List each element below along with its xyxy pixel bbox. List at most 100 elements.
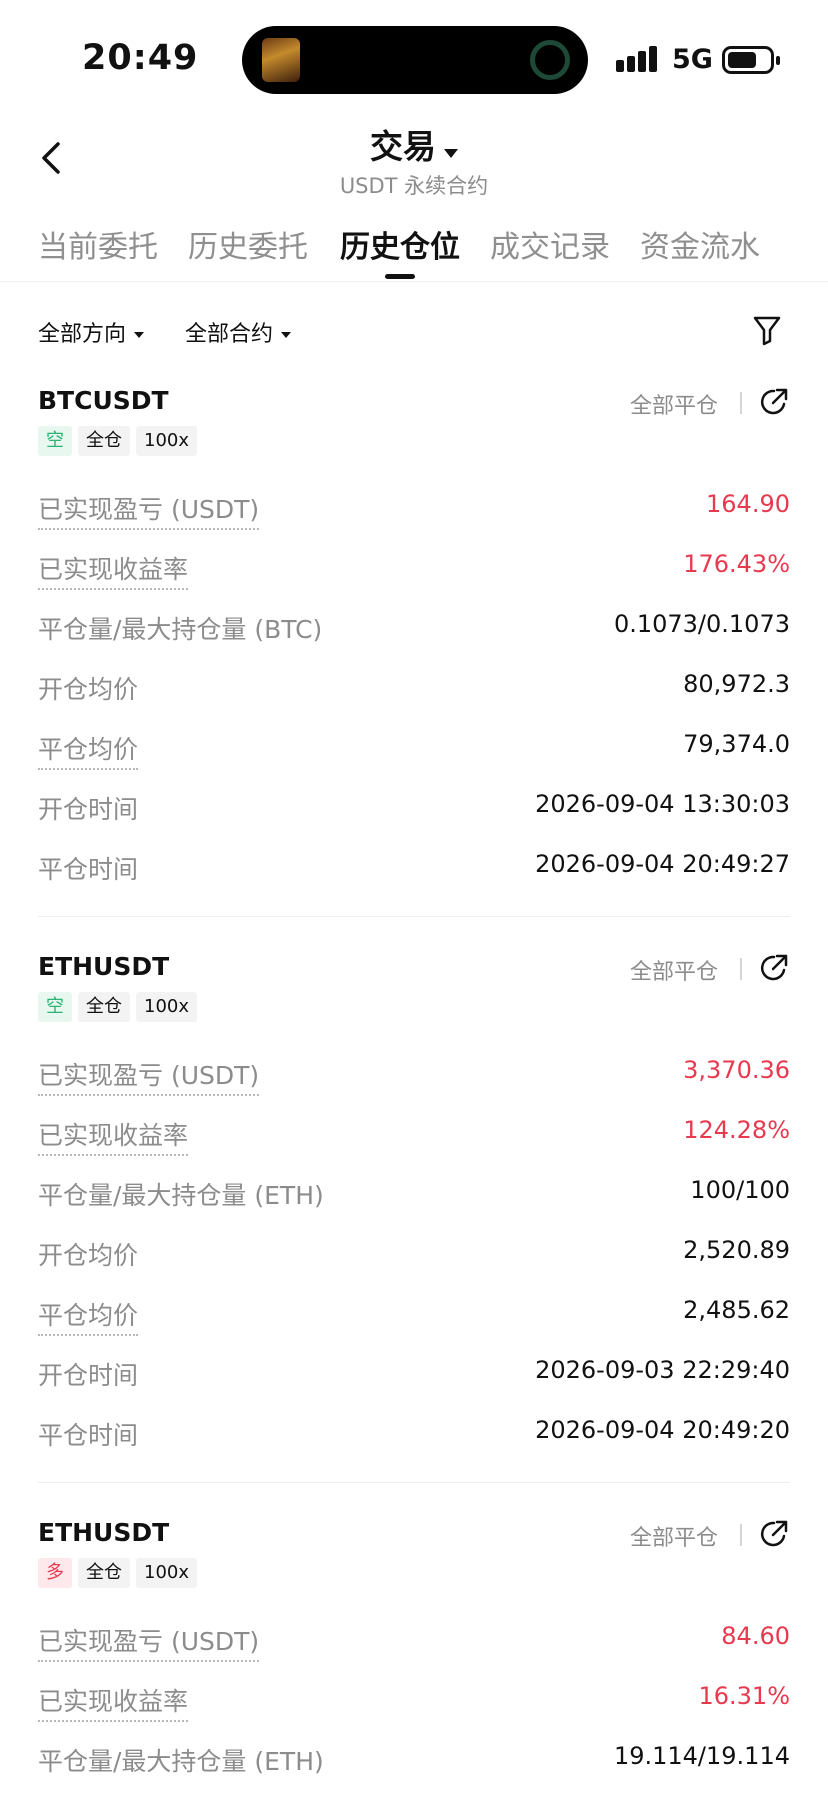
close-size-label: 平仓量/最大持仓量 (ETH) bbox=[38, 1181, 324, 1210]
filter-bar: 全部方向 全部合约 bbox=[0, 300, 828, 360]
open-price-label: 开仓均价 bbox=[38, 675, 139, 704]
contract-filter[interactable]: 全部合约 bbox=[185, 316, 292, 348]
divider bbox=[740, 1524, 742, 1546]
page-title: 交易 bbox=[370, 127, 436, 166]
detail-row: 已实现收益率 16.31% bbox=[38, 1678, 790, 1722]
margin-mode-tag: 全仓 bbox=[78, 426, 130, 456]
detail-row: 开仓均价 2,520.89 bbox=[38, 1232, 790, 1276]
battery-icon bbox=[722, 46, 780, 74]
position-card: ETHUSDT 全部平仓 多全仓 100x 已实现盈亏 (USDT) 84.60 已… bbox=[38, 1518, 790, 1800]
detail-row: 平仓量/最大持仓量 (BTC) 0.1073/0.1073 bbox=[38, 606, 790, 650]
detail-row: 平仓量/最大持仓量 (ETH) 19.114/19.114 bbox=[38, 1738, 790, 1782]
open-price-value: 80,972.3 bbox=[683, 670, 790, 698]
close-price-label[interactable]: 平仓均价 bbox=[38, 1296, 139, 1336]
funnel-filter-icon[interactable] bbox=[752, 314, 782, 346]
realized-roi-label[interactable]: 已实现收益率 bbox=[38, 1682, 189, 1722]
close-price-label[interactable]: 平仓均价 bbox=[38, 730, 139, 770]
share-icon[interactable] bbox=[758, 386, 790, 418]
position-tags: 空全仓 100x bbox=[38, 426, 203, 456]
close-all-button[interactable]: 全部平仓 bbox=[630, 388, 718, 420]
close-all-button[interactable]: 全部平仓 bbox=[630, 954, 718, 986]
leverage-tag: 100x bbox=[136, 1558, 198, 1588]
close-size-value: 100/100 bbox=[690, 1176, 790, 1204]
close-all-button[interactable]: 全部平仓 bbox=[630, 1520, 718, 1552]
caret-down-icon bbox=[444, 149, 458, 158]
position-actions: 全部平仓 bbox=[590, 1518, 790, 1552]
position-symbol: ETHUSDT bbox=[38, 952, 170, 981]
tab-position-history[interactable]: 历史仓位 bbox=[340, 222, 460, 266]
realized-roi-label[interactable]: 已实现收益率 bbox=[38, 550, 189, 590]
close-size-label: 平仓量/最大持仓量 (BTC) bbox=[38, 615, 323, 644]
realized-roi-value: 176.43% bbox=[683, 550, 790, 578]
realized-pnl-value: 84.60 bbox=[721, 1622, 790, 1650]
position-symbol: BTCUSDT bbox=[38, 386, 169, 415]
open-time-label: 开仓时间 bbox=[38, 795, 139, 824]
title-dropdown[interactable]: 交易 bbox=[0, 120, 828, 168]
direction-filter-label: 全部方向 bbox=[38, 322, 127, 347]
close-size-value: 0.1073/0.1073 bbox=[613, 610, 790, 638]
detail-row: 平仓量/最大持仓量 (ETH) 100/100 bbox=[38, 1172, 790, 1216]
detail-row: 已实现盈亏 (USDT) 164.90 bbox=[38, 486, 790, 530]
detail-row: 已实现盈亏 (USDT) 3,370.36 bbox=[38, 1052, 790, 1096]
close-time-label: 平仓时间 bbox=[38, 1421, 139, 1450]
realized-roi-label[interactable]: 已实现收益率 bbox=[38, 1116, 189, 1156]
position-tags: 空全仓 100x bbox=[38, 992, 203, 1022]
open-price-label: 开仓均价 bbox=[38, 1241, 139, 1270]
margin-mode-tag: 全仓 bbox=[78, 1558, 130, 1588]
close-size-value: 19.114/19.114 bbox=[613, 1742, 790, 1770]
position-symbol: ETHUSDT bbox=[38, 1518, 170, 1547]
detail-row: 已实现收益率 176.43% bbox=[38, 546, 790, 590]
card-divider bbox=[38, 916, 790, 917]
active-tab-indicator bbox=[385, 274, 415, 279]
divider bbox=[740, 958, 742, 980]
realized-pnl-value: 3,370.36 bbox=[683, 1056, 790, 1084]
realized-pnl-label[interactable]: 已实现盈亏 (USDT) bbox=[38, 490, 260, 530]
close-time-value: 2026-09-04 20:49:20 bbox=[535, 1416, 790, 1444]
share-icon[interactable] bbox=[758, 1518, 790, 1550]
open-time-value: 2026-09-03 22:29:40 bbox=[535, 1356, 790, 1384]
realized-pnl-label[interactable]: 已实现盈亏 (USDT) bbox=[38, 1056, 260, 1096]
tab-funding-flow[interactable]: 资金流水 bbox=[640, 222, 760, 266]
leverage-tag: 100x bbox=[136, 992, 198, 1022]
status-time: 20:49 bbox=[82, 38, 199, 78]
detail-row: 平仓时间 2026-09-04 20:49:20 bbox=[38, 1412, 790, 1456]
detail-row: 平仓均价 2,485.62 bbox=[38, 1292, 790, 1336]
tab-trade-history[interactable]: 成交记录 bbox=[490, 222, 610, 266]
side-tag: 空 bbox=[38, 426, 72, 456]
close-time-value: 2026-09-04 20:49:27 bbox=[535, 850, 790, 878]
now-playing-thumbnail bbox=[262, 38, 300, 82]
page-subtitle: USDT 永续合约 bbox=[339, 174, 489, 198]
close-price-value: 79,374.0 bbox=[683, 730, 790, 758]
caret-down-icon bbox=[281, 332, 292, 338]
tab-order-history[interactable]: 历史委托 bbox=[188, 222, 308, 266]
network-type: 5G bbox=[672, 44, 713, 75]
open-time-value: 2026-09-04 13:30:03 bbox=[535, 790, 790, 818]
leverage-tag: 100x bbox=[136, 426, 198, 456]
open-price-value: 2,520.89 bbox=[683, 1236, 790, 1264]
detail-row: 已实现收益率 124.28% bbox=[38, 1112, 790, 1156]
share-icon[interactable] bbox=[758, 952, 790, 984]
status-bar: 20:49 5G bbox=[0, 0, 828, 110]
tab-bar: 当前委托 历史委托 历史仓位 成交记录 资金流水 bbox=[0, 210, 828, 282]
side-tag: 多 bbox=[38, 1558, 72, 1588]
detail-row: 平仓时间 2026-09-04 20:49:27 bbox=[38, 846, 790, 890]
position-actions: 全部平仓 bbox=[590, 952, 790, 986]
direction-filter[interactable]: 全部方向 bbox=[38, 316, 145, 348]
dynamic-island bbox=[242, 26, 588, 94]
activity-ring-icon bbox=[530, 40, 570, 80]
close-size-label: 平仓量/最大持仓量 (ETH) bbox=[38, 1747, 324, 1776]
realized-pnl-label[interactable]: 已实现盈亏 (USDT) bbox=[38, 1622, 260, 1662]
tab-current-orders[interactable]: 当前委托 bbox=[38, 222, 158, 266]
detail-row: 已实现盈亏 (USDT) 84.60 bbox=[38, 1618, 790, 1662]
detail-row: 开仓均价 80,972.3 bbox=[38, 666, 790, 710]
position-card: BTCUSDT 全部平仓 空全仓 100x 已实现盈亏 (USDT) 164.90 … bbox=[38, 386, 790, 896]
card-divider bbox=[38, 1482, 790, 1483]
caret-down-icon bbox=[134, 332, 145, 338]
detail-row: 平仓均价 79,374.0 bbox=[38, 726, 790, 770]
divider bbox=[740, 392, 742, 414]
side-tag: 空 bbox=[38, 992, 72, 1022]
margin-mode-tag: 全仓 bbox=[78, 992, 130, 1022]
cellular-signal-icon bbox=[616, 46, 660, 76]
close-price-value: 2,485.62 bbox=[683, 1296, 790, 1324]
position-tags: 多全仓 100x bbox=[38, 1558, 203, 1588]
